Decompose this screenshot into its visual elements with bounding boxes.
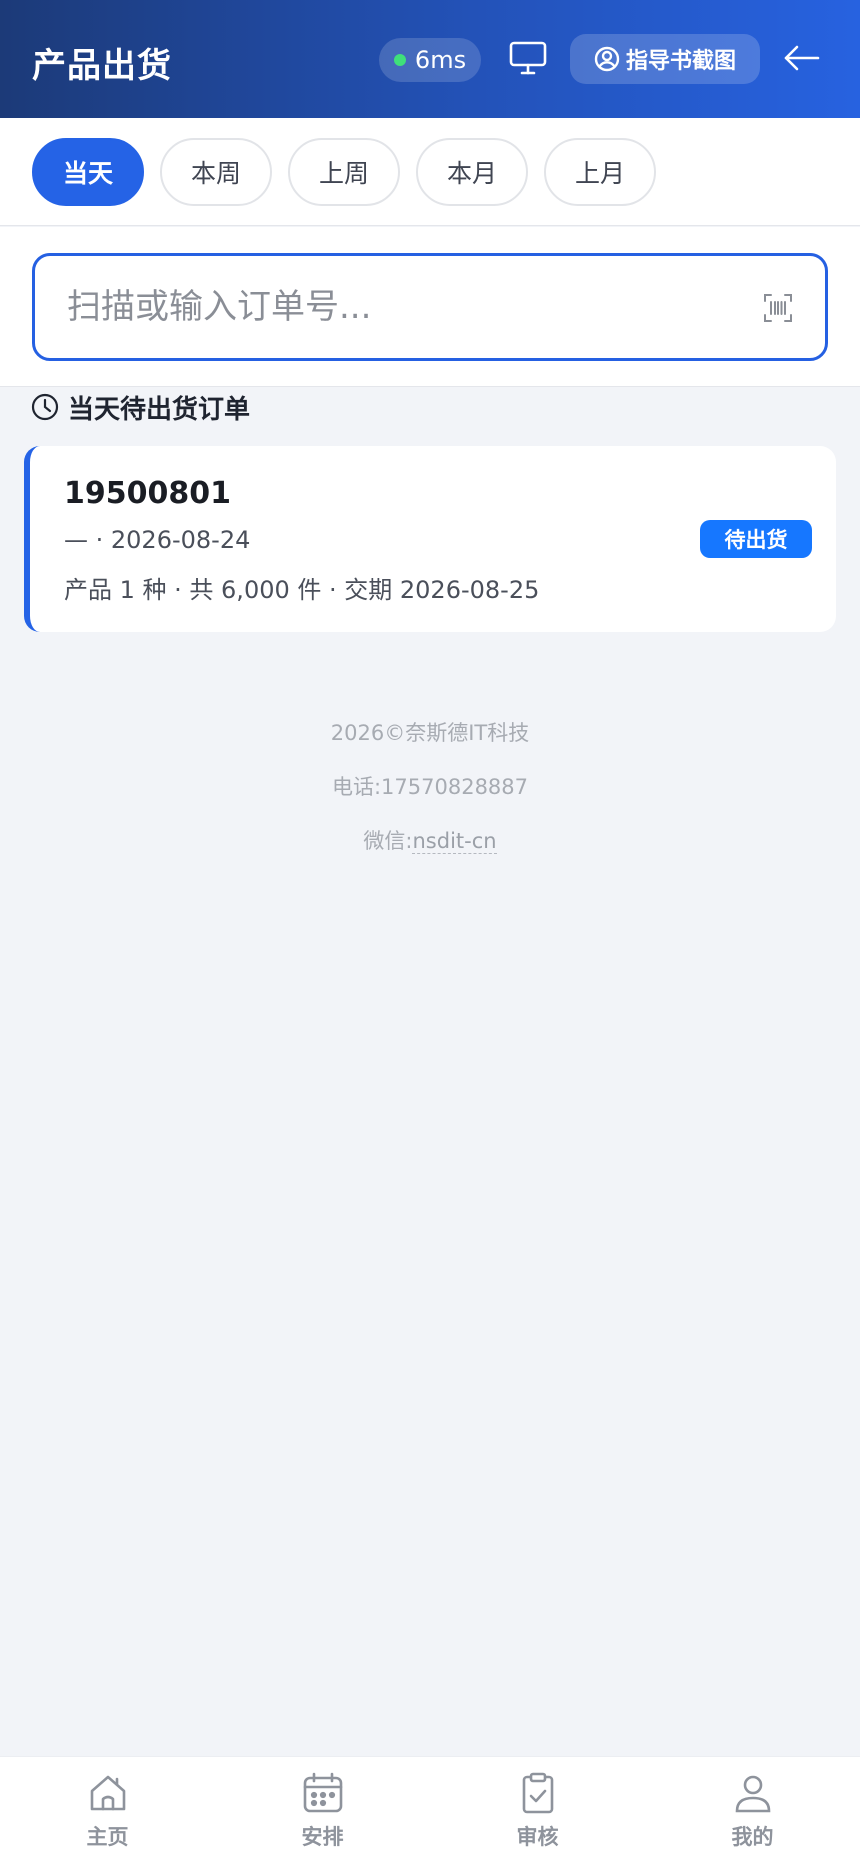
wechat-line: 微信:nsdit-cn <box>0 824 860 878</box>
phone-number[interactable]: 17570828887 <box>381 775 528 799</box>
arrow-left-icon[interactable] <box>782 42 822 74</box>
copyright-text: 2026©奈斯德IT科技 <box>330 721 530 745</box>
order-number: 19500801 <box>64 476 231 511</box>
user-circle-icon <box>594 46 620 72</box>
app-header: 产品出货 6ms 指导书截图 <box>0 0 860 118</box>
order-search-input[interactable] <box>67 287 707 327</box>
tab-review-label: 审核 <box>516 1825 559 1849</box>
tab-mine[interactable]: 我的 <box>645 1757 860 1864</box>
monitor-icon[interactable] <box>508 40 548 76</box>
search-box <box>32 253 828 361</box>
latency-value: 6ms <box>414 46 467 74</box>
company-info: 2026©奈斯德IT科技 电话:17570828887 微信:nsdit-cn <box>0 716 860 878</box>
tab-home-label: 主页 <box>86 1825 129 1849</box>
section-header: 当天待出货订单 <box>30 390 251 425</box>
guide-screenshot-button[interactable]: 指导书截图 <box>570 34 760 84</box>
clipboard-check-icon <box>522 1772 553 1814</box>
wechat-label: 微信: <box>363 829 413 853</box>
home-icon <box>90 1775 125 1811</box>
wechat-id[interactable]: nsdit-cn <box>412 829 497 854</box>
guide-screenshot-label: 指导书截图 <box>625 49 736 74</box>
order-meta: — · 2026-08-24 <box>64 526 251 554</box>
tab-schedule-label: 安排 <box>301 1825 344 1849</box>
filter-chip-this-week[interactable]: 本周 <box>160 138 272 206</box>
status-dot-icon <box>393 54 406 66</box>
filter-chip-this-month[interactable]: 本月 <box>416 138 528 206</box>
search-section <box>0 227 860 387</box>
clock-icon <box>31 393 59 421</box>
order-summary: 产品 1 种 · 共 6,000 件 · 交期 2026-08-25 <box>64 576 540 604</box>
filter-chip-last-week[interactable]: 上周 <box>288 138 400 206</box>
calendar-icon <box>303 1772 342 1813</box>
order-card[interactable]: 19500801 — · 2026-08-24 产品 1 种 · 共 6,000… <box>24 446 836 632</box>
bottom-tab-bar: 主页 安排 审核 我的 <box>0 1756 860 1864</box>
user-icon <box>735 1775 770 1813</box>
tab-schedule[interactable]: 安排 <box>215 1757 430 1864</box>
barcode-scan-icon[interactable] <box>763 293 793 323</box>
filter-chip-last-month[interactable]: 上月 <box>544 138 656 206</box>
date-filter-bar: 当天 本周 上周 本月 上月 <box>0 118 860 226</box>
tab-review[interactable]: 审核 <box>430 1757 645 1864</box>
tab-home[interactable]: 主页 <box>0 1757 215 1864</box>
phone-label: 电话: <box>331 775 382 799</box>
phone-line: 电话:17570828887 <box>0 770 860 824</box>
status-badge: 待出货 <box>700 520 812 558</box>
latency-badge: 6ms <box>379 38 481 82</box>
tab-mine-label: 我的 <box>731 1825 774 1849</box>
filter-chip-today[interactable]: 当天 <box>32 138 144 206</box>
page-title: 产品出货 <box>32 46 172 86</box>
section-title: 当天待出货订单 <box>68 394 251 425</box>
